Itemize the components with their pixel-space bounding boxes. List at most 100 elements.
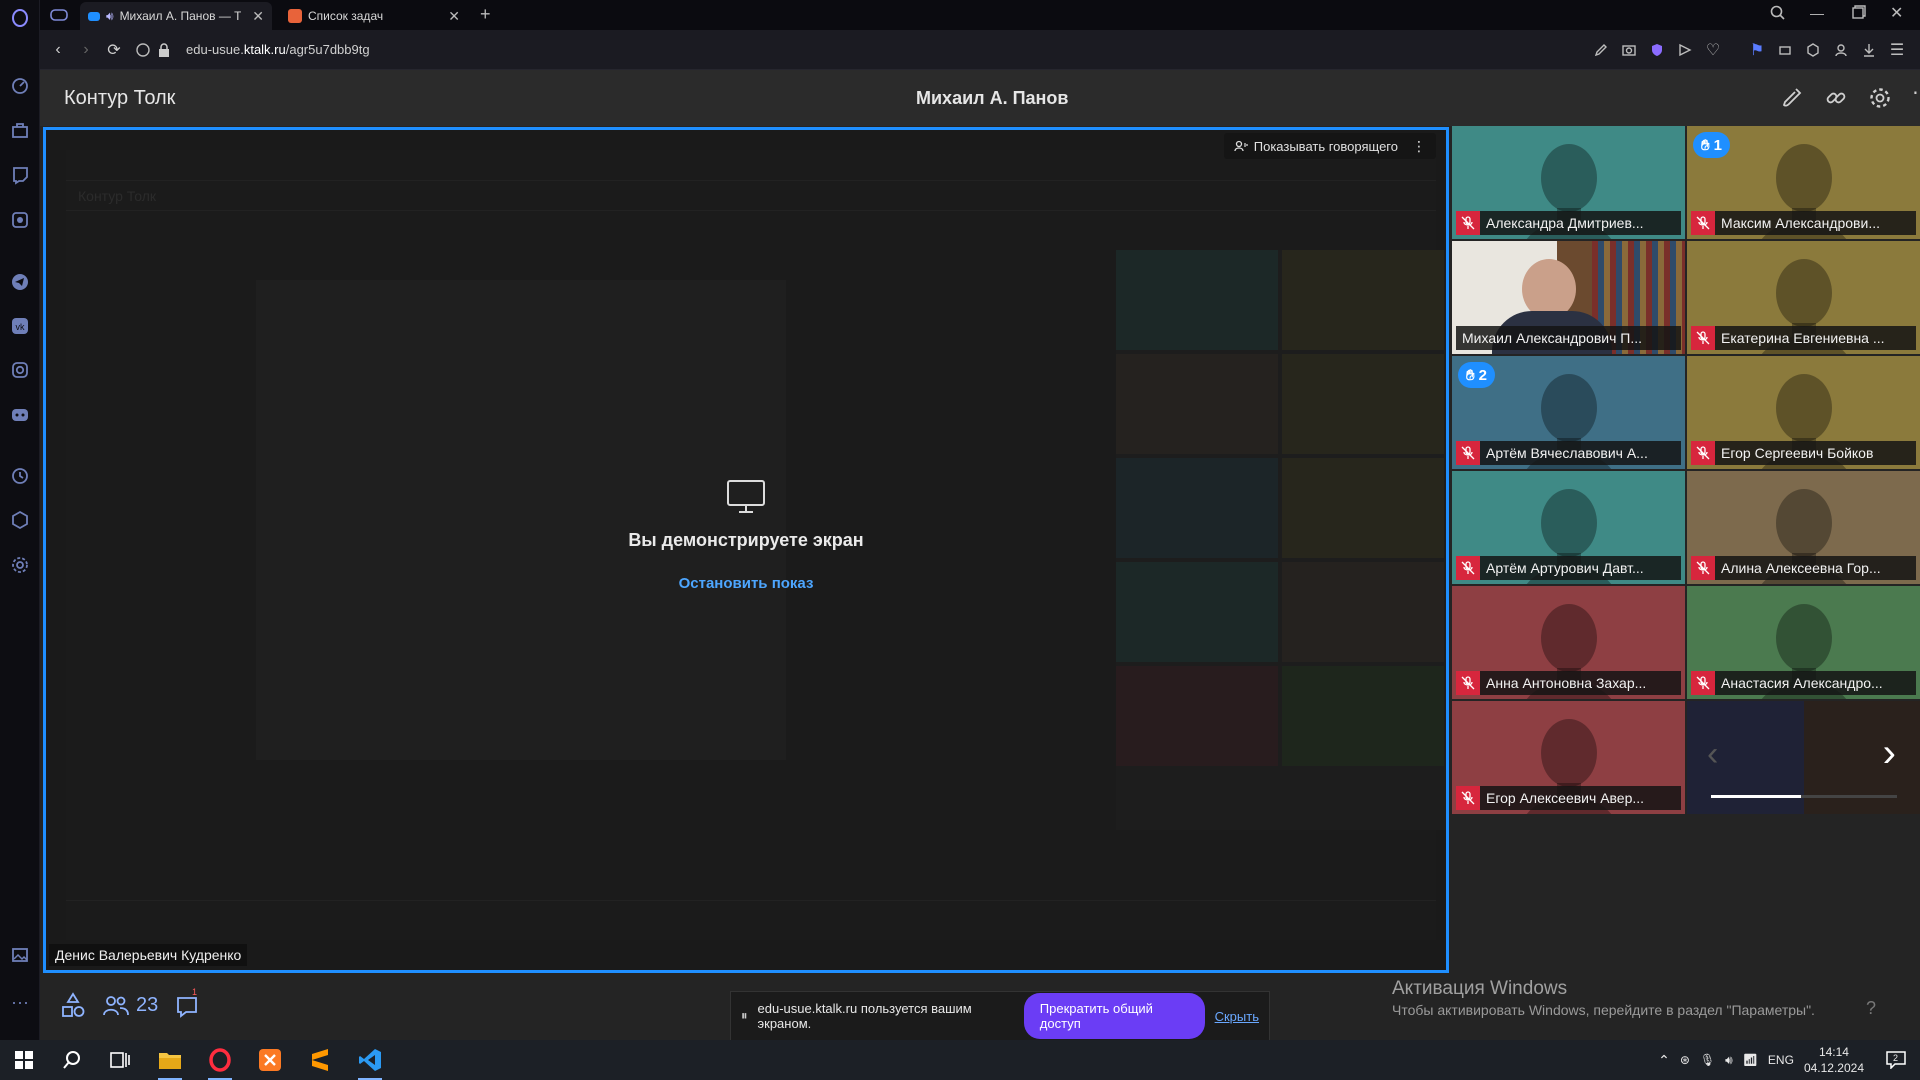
opera-icon[interactable] [200,1044,240,1080]
microphone-icon[interactable]: 🎙︎ [1700,1053,1715,1067]
player-icon[interactable] [10,210,30,230]
workspaces-icon[interactable] [50,7,68,23]
tab-tasks[interactable]: Список задач ✕ [280,2,468,30]
apps-icon[interactable] [60,992,86,1020]
more-participants-tile[interactable]: ‹ › [1687,701,1920,814]
prev-page-icon[interactable]: ‹ [1707,735,1718,774]
next-page-icon[interactable]: › [1883,731,1896,776]
close-tab-icon[interactable]: ✕ [252,8,264,25]
minimize-icon[interactable]: — [1810,5,1824,21]
forward-icon[interactable]: › [72,36,100,64]
wifi-icon[interactable]: 📶︎ [1743,1053,1758,1067]
tab-call[interactable]: 🔊︎ Михаил А. Панов — Т ✕ [80,2,272,30]
volume-icon[interactable]: 🔊︎ [1725,1053,1733,1068]
participant-tile[interactable]: Артём Артурович Давт... [1452,471,1685,584]
participant-tile[interactable]: ✋︎ 2 Артём Вячеславович А... [1452,356,1685,469]
participant-tile[interactable]: Егор Алексеевич Авер... [1452,701,1685,814]
shopping-icon[interactable] [10,120,30,140]
profile-icon[interactable] [1828,37,1854,63]
participants-button[interactable]: 23 [102,994,158,1017]
vk-icon[interactable]: vk [10,316,30,336]
menu-icon[interactable]: ☰ [1884,37,1910,63]
cube-icon[interactable] [1800,37,1826,63]
restore-icon[interactable] [1852,5,1866,19]
sublime-icon[interactable] [300,1044,340,1076]
discord-icon[interactable] [10,405,30,425]
participant-label: Анна Антоновна Захар... [1456,671,1681,695]
send-icon[interactable] [1672,37,1698,63]
network-app-icon[interactable]: ⊛ [1680,1053,1690,1067]
help-icon[interactable]: ? [1866,998,1876,1019]
hand-icon: ✋︎ [1701,136,1710,154]
chat-icon[interactable]: 1 [174,987,204,1020]
search-tabs-icon[interactable] [1770,5,1786,21]
gear-icon[interactable] [1868,86,1892,110]
back-icon[interactable]: ‹ [44,36,72,64]
telegram-icon[interactable] [10,272,30,292]
participant-tile[interactable]: Анастасия Александро... [1687,586,1920,699]
stop-show-link[interactable]: Остановить показ [616,575,876,592]
participant-tile[interactable]: ✋︎ 1 Максим Александрови... [1687,126,1920,239]
participant-name: Михаил Александрович П... [1462,330,1642,346]
vscode-icon[interactable] [350,1044,390,1080]
participant-tile[interactable]: Михаил Александрович П... [1452,241,1685,354]
brand-title[interactable]: Контур Толк [64,87,175,110]
shield-icon[interactable] [1644,37,1670,63]
link-icon[interactable] [1824,86,1848,110]
svg-text:vk: vk [16,322,26,332]
flag-icon[interactable]: ⚑ [1744,37,1770,63]
mic-off-icon [1691,441,1715,465]
twitch-icon[interactable] [10,165,30,185]
url-field[interactable]: edu-usue.ktalk.ru/agr5u7dbb9tg [186,42,370,57]
task-view-icon[interactable] [100,1044,140,1076]
start-icon[interactable] [4,1044,44,1076]
tab-label: Список задач [308,9,384,23]
clock-time: 14:14 [1818,1045,1849,1059]
participant-label: Артём Вячеславович А... [1456,441,1681,465]
gallery-icon[interactable] [10,945,30,965]
new-tab-icon[interactable]: + [480,4,491,25]
opera-logo-icon[interactable] [10,8,30,28]
reload-icon[interactable]: ⟳ [100,36,128,64]
sharing-text: Вы демонстрируете экран [628,530,864,550]
activate-text: Чтобы активировать Windows, перейдите в … [1392,1002,1815,1018]
xampp-icon[interactable] [250,1044,290,1076]
stop-sharing-button[interactable]: Прекратить общий доступ [1023,993,1205,1039]
file-explorer-icon[interactable] [150,1044,190,1080]
kebab-icon[interactable]: ⋮ [1412,138,1426,155]
clock-date: 04.12.2024 [1803,1061,1864,1075]
participant-name: Александра Дмитриев... [1486,215,1644,231]
game-icon[interactable] [1772,37,1798,63]
more-icon[interactable]: ··· [10,993,30,1016]
participant-name: Егор Сергеевич Бойков [1721,445,1874,461]
participant-tile[interactable]: Анна Антоновна Захар... [1452,586,1685,699]
language-indicator[interactable]: ENG [1768,1053,1794,1067]
participant-label: Егор Алексеевич Авер... [1456,786,1681,810]
instagram-icon[interactable] [10,360,30,380]
phone-icon[interactable] [1780,86,1804,110]
close-tab-icon[interactable]: ✕ [448,8,460,25]
snapshot-icon[interactable] [1616,37,1642,63]
speed-dial-icon[interactable] [10,76,30,96]
participant-tile[interactable]: Алина Алексеевна Гор... [1687,471,1920,584]
edit-icon[interactable] [1588,37,1614,63]
heart-icon[interactable]: ♡ [1700,37,1726,63]
search-icon[interactable] [52,1044,92,1076]
clock[interactable]: 14:14 04.12.2024 [1804,1044,1864,1076]
lock-icon[interactable] [158,42,170,57]
vpn-icon[interactable] [136,42,150,57]
hide-link[interactable]: Скрыть [1215,1009,1259,1024]
show-speaker-button[interactable]: Показывать говорящего ⋮ [1223,133,1436,159]
mic-off-icon [1456,211,1480,235]
download-icon[interactable] [1856,37,1882,63]
participant-tile[interactable]: Егор Сергеевич Бойков [1687,356,1920,469]
close-window-icon[interactable]: ✕ [1890,3,1903,23]
notifications-icon[interactable]: 2 [1886,1051,1906,1069]
participant-tile[interactable]: Екатерина Евгениевна ... [1687,241,1920,354]
show-hidden-icon[interactable]: ⌃ [1658,1052,1670,1069]
history-icon[interactable] [10,466,30,486]
more-options-icon[interactable]: ⋯ [1912,83,1920,110]
participant-tile[interactable]: Александра Дмитриев... [1452,126,1685,239]
settings-icon[interactable] [10,555,30,575]
extensions-icon[interactable] [10,510,30,530]
